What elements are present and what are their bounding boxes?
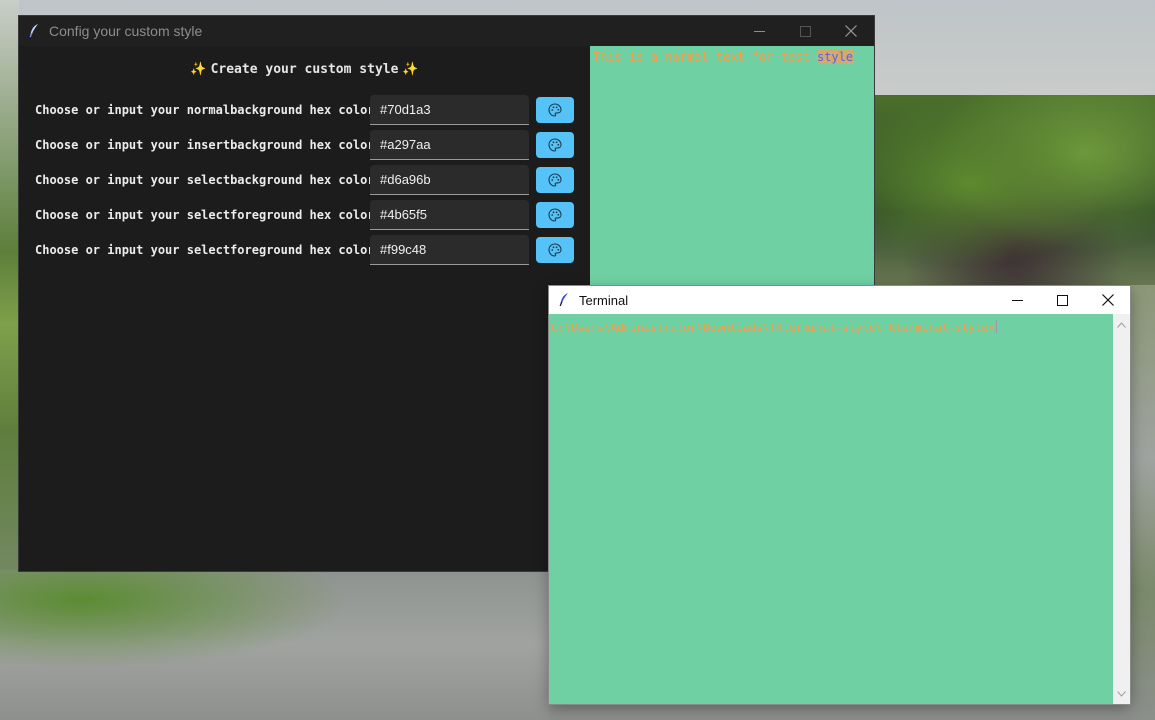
foreground-hex-input[interactable] xyxy=(370,235,529,265)
config-window-title: Config your custom style xyxy=(49,23,203,39)
palette-icon xyxy=(548,103,562,117)
maximize-button[interactable] xyxy=(1040,286,1085,314)
selectforeground-hex-input[interactable] xyxy=(370,200,529,230)
config-form: ✨ Create your custom style ✨ Choose or inp… xyxy=(19,46,590,571)
palette-icon xyxy=(548,138,562,152)
minimize-button[interactable] xyxy=(736,16,782,46)
desktop-wallpaper-left xyxy=(0,0,19,720)
feather-icon xyxy=(19,24,49,38)
vertical-scrollbar[interactable] xyxy=(1113,314,1130,704)
row-label: Choose or input your insertbackground he… xyxy=(35,138,375,152)
close-button[interactable] xyxy=(1085,286,1130,314)
desktop-wallpaper-trees xyxy=(870,95,1155,290)
palette-icon xyxy=(548,243,562,257)
desktop-wallpaper-right xyxy=(1130,285,1155,720)
chevron-down-icon[interactable] xyxy=(1113,685,1130,702)
maximize-button[interactable] xyxy=(782,16,828,46)
sparkle-icon: ✨ xyxy=(402,62,419,77)
row-label: Choose or input your selectbackground he… xyxy=(35,173,375,187)
foreground-color-picker-button[interactable] xyxy=(536,237,574,263)
insertbackground-hex-input[interactable] xyxy=(370,130,529,160)
selectbackground-color-picker-button[interactable] xyxy=(536,167,574,193)
config-titlebar[interactable]: Config your custom style xyxy=(19,16,874,46)
color-row-selectbackground: Choose or input your selectbackground he… xyxy=(19,165,590,195)
preview-text: This is a normal text for test style xyxy=(593,50,854,64)
terminal-prompt: C:\Users\Administrator\Downloads\TKtermi… xyxy=(551,321,995,334)
terminal-titlebar[interactable]: Terminal xyxy=(549,286,1130,314)
heading-text: Create your custom style xyxy=(210,62,399,77)
chevron-up-icon[interactable] xyxy=(1113,316,1130,333)
color-row-foreground: Choose or input your selectforeground he… xyxy=(19,235,590,265)
color-row-selectforeground: Choose or input your selectforeground he… xyxy=(19,200,590,230)
row-label: Choose or input your normalbackground he… xyxy=(35,103,375,117)
row-label: Choose or input your selectforeground he… xyxy=(35,208,375,222)
terminal-window: Terminal C:\Users\Administrator\Download… xyxy=(549,286,1130,704)
sparkle-icon: ✨ xyxy=(190,62,207,77)
text-cursor xyxy=(995,320,997,333)
preview-selected-text: style xyxy=(816,50,854,64)
terminal-window-title: Terminal xyxy=(579,292,629,308)
terminal-prompt-line: C:\Users\Administrator\Downloads\TKtermi… xyxy=(551,320,997,334)
minimize-button[interactable] xyxy=(995,286,1040,314)
close-button[interactable] xyxy=(828,16,874,46)
normalbackground-color-picker-button[interactable] xyxy=(536,97,574,123)
terminal-text-area[interactable]: C:\Users\Administrator\Downloads\TKtermi… xyxy=(549,314,1113,704)
desktop-wallpaper-water xyxy=(0,570,549,720)
row-label: Choose or input your selectforeground he… xyxy=(35,243,375,257)
selectforeground-color-picker-button[interactable] xyxy=(536,202,574,228)
insertbackground-color-picker-button[interactable] xyxy=(536,132,574,158)
normalbackground-hex-input[interactable] xyxy=(370,95,529,125)
color-row-insertbackground: Choose or input your insertbackground he… xyxy=(19,130,590,160)
palette-icon xyxy=(548,208,562,222)
preview-normal-text: This is a normal text for test xyxy=(593,50,817,64)
color-row-normalbackground: Choose or input your normalbackground he… xyxy=(19,95,590,125)
palette-icon xyxy=(548,173,562,187)
selectbackground-hex-input[interactable] xyxy=(370,165,529,195)
feather-icon xyxy=(549,293,579,307)
page-title: ✨ Create your custom style ✨ xyxy=(19,62,590,77)
